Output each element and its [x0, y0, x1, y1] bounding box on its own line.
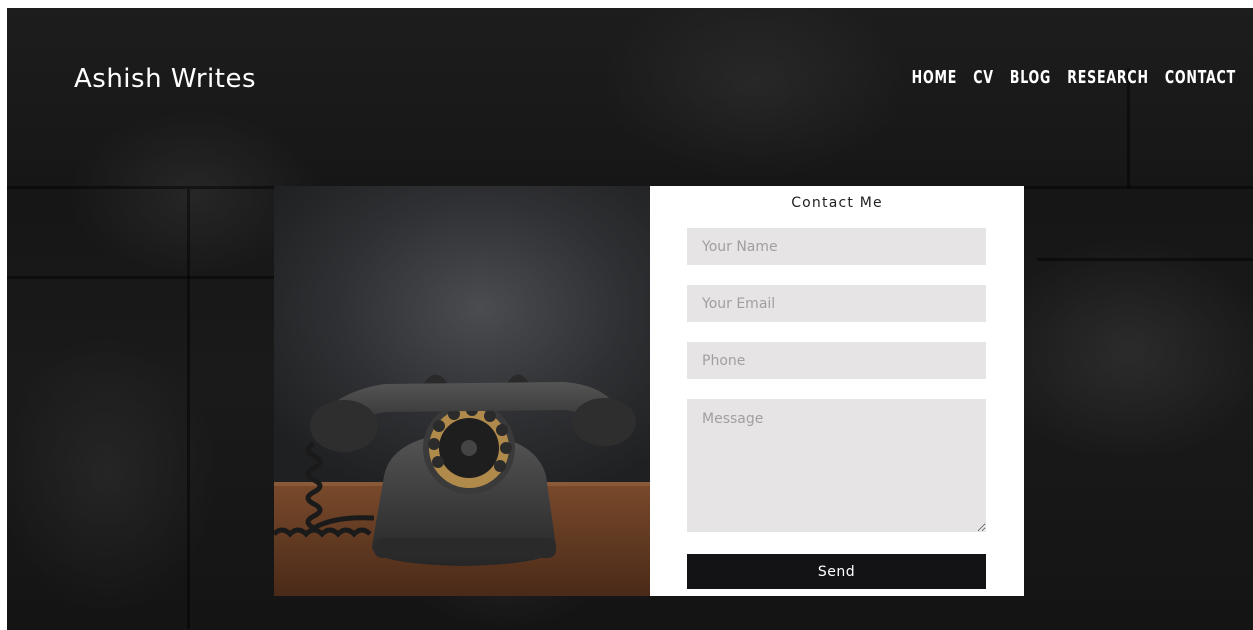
- site-brand[interactable]: Ashish Writes: [74, 64, 256, 94]
- nav-contact[interactable]: CONTACT: [1165, 68, 1236, 88]
- nav-cv[interactable]: CV: [973, 68, 994, 88]
- message-textarea[interactable]: [687, 399, 986, 532]
- name-input[interactable]: [687, 228, 986, 265]
- phone-input[interactable]: [687, 342, 986, 379]
- wall-texture: [187, 189, 190, 629]
- nav-blog[interactable]: BLOG: [1010, 68, 1051, 88]
- main-nav: HOME CV BLOG RESEARCH CONTACT: [912, 68, 1236, 88]
- rotary-telephone-icon: [274, 374, 650, 596]
- telephone-image: [274, 186, 650, 596]
- wall-texture: [7, 276, 277, 279]
- contact-form: Contact Me Send: [650, 186, 1024, 596]
- email-input[interactable]: [687, 285, 986, 322]
- contact-form-title: Contact Me: [791, 195, 883, 211]
- nav-home[interactable]: HOME: [912, 68, 958, 88]
- send-button[interactable]: Send: [687, 554, 986, 589]
- wall-texture: [1037, 258, 1253, 261]
- nav-research[interactable]: RESEARCH: [1067, 68, 1149, 88]
